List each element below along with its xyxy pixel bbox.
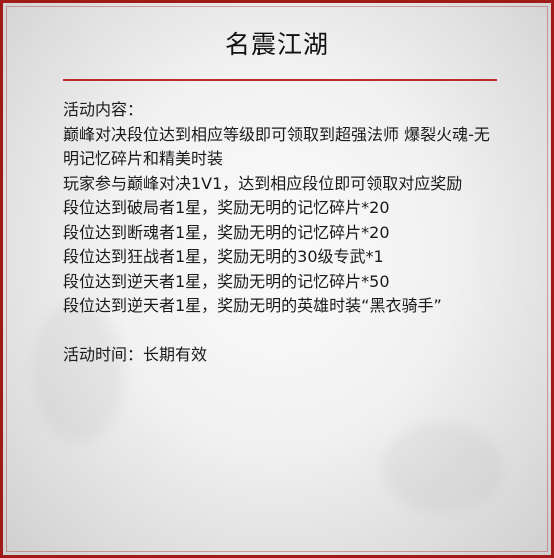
page-title: 名震江湖 [224, 30, 329, 59]
description-line: 巅峰对决段位达到相应等级即可领取到超强法师 爆裂火魂-无明记忆碎片和精美时装 [63, 124, 490, 169]
reward-item: 段位达到狂战者1星，奖励无明的30级专武*1 [63, 247, 384, 266]
reward-item: 段位达到断魂者1星，奖励无明的记忆碎片*20 [63, 222, 390, 242]
event-time: 活动时间：长期有效 [63, 345, 208, 364]
content-heading: 活动内容： [63, 100, 144, 119]
description-line: 玩家参与巅峰对决1V1，达到相应段位即可领取对应奖励 [63, 173, 463, 193]
reward-item: 段位达到逆天者1星，奖励无明的英雄时装“黑衣骑手” [63, 296, 442, 315]
background-texture [383, 423, 503, 513]
reward-item: 段位达到逆天者1星，奖励无明的记忆碎片*50 [63, 271, 390, 291]
reward-item: 段位达到破局者1星，奖励无明的记忆碎片*20 [63, 198, 390, 217]
event-panel: 名震江湖 活动内容： 巅峰对决段位达到相应等级即可领取到超强法师 爆裂火魂-无明… [0, 0, 554, 558]
title-divider [63, 79, 497, 81]
event-description: 活动内容： 巅峰对决段位达到相应等级即可领取到超强法师 爆裂火魂-无明记忆碎片和… [63, 98, 503, 368]
